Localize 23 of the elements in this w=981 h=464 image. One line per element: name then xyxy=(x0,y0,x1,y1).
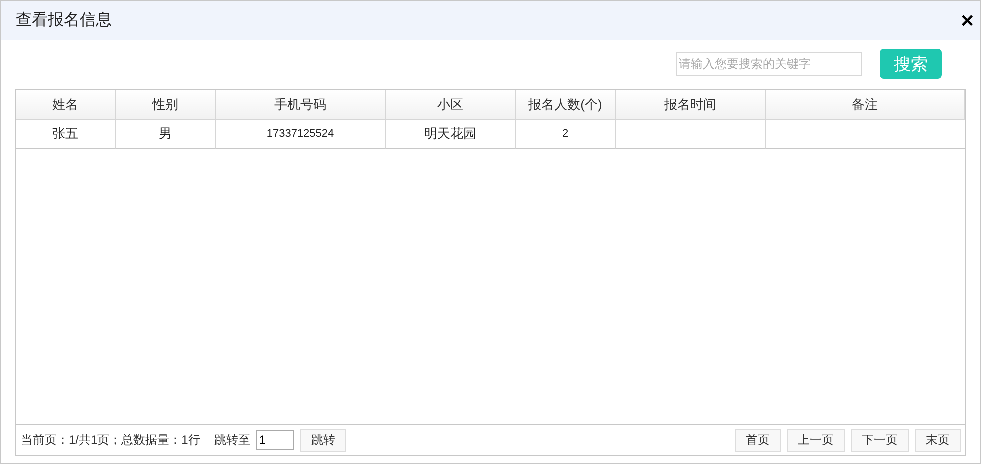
table-cell: 张五 xyxy=(16,120,116,149)
window-title: 查看报名信息 xyxy=(16,10,112,31)
page-info: 当前页：1/共1页；总数据量：1行 xyxy=(21,432,200,448)
column-header: 备注 xyxy=(766,90,965,120)
column-header: 姓名 xyxy=(16,90,116,120)
jump-button[interactable]: 跳转 xyxy=(300,428,346,452)
page-button[interactable]: 末页 xyxy=(915,428,961,452)
column-header: 报名时间 xyxy=(616,90,766,120)
jump-label: 跳转至 xyxy=(214,432,250,448)
column-header: 性别 xyxy=(116,90,216,120)
page-button[interactable]: 下一页 xyxy=(851,428,909,452)
table-cell: 2 xyxy=(516,120,616,149)
table-cell: 明天花园 xyxy=(386,120,516,149)
page-button[interactable]: 上一页 xyxy=(787,428,845,452)
page-input[interactable]: 1 xyxy=(256,430,294,450)
table-cell: 男 xyxy=(116,120,216,149)
table-cell: 17337125524 xyxy=(216,120,386,149)
column-header: 小区 xyxy=(386,90,516,120)
search-field[interactable]: 请输入您要搜索的关键字 xyxy=(676,52,862,76)
column-header: 手机号码 xyxy=(216,90,386,120)
column-header: 报名人数(个) xyxy=(516,90,616,120)
close-button[interactable]: × xyxy=(961,10,974,30)
page-button[interactable]: 首页 xyxy=(735,428,781,452)
